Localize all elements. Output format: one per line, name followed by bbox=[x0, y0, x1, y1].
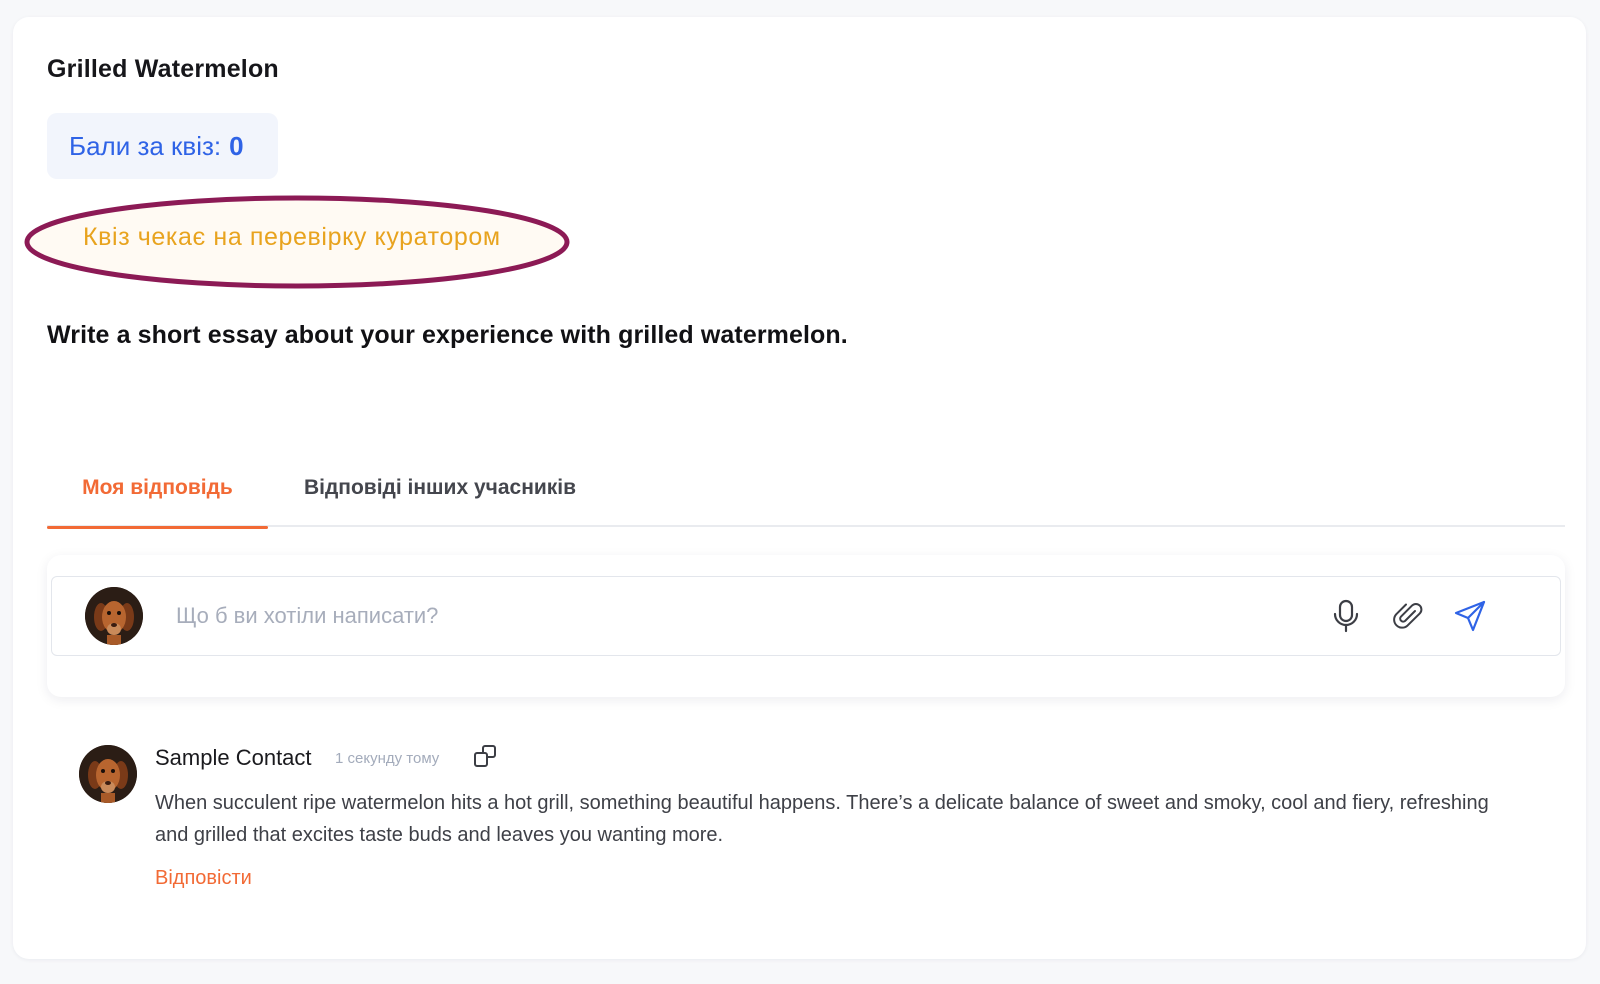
quiz-card: Grilled Watermelon Бали за квіз: 0 Квіз … bbox=[13, 17, 1586, 959]
send-icon bbox=[1454, 600, 1486, 632]
composer-panel bbox=[47, 555, 1565, 697]
answer-input[interactable] bbox=[176, 595, 1286, 637]
composer bbox=[51, 576, 1561, 656]
comment-item: Sample Contact 1 секунду тому When succu… bbox=[79, 727, 1539, 907]
status-highlight: Квіз чекає на перевірку куратором bbox=[17, 193, 577, 291]
status-text: Квіз чекає на перевірку куратором bbox=[83, 223, 501, 251]
dog-avatar-image bbox=[79, 745, 137, 803]
quiz-score-box: Бали за квіз: 0 bbox=[47, 113, 278, 179]
tab-my-answer[interactable]: Моя відповідь bbox=[47, 449, 268, 529]
microphone-button[interactable] bbox=[1326, 596, 1366, 636]
send-button[interactable] bbox=[1450, 596, 1490, 636]
answer-tabs: Моя відповідь Відповіді інших учасників bbox=[47, 449, 1565, 529]
page-title: Grilled Watermelon bbox=[47, 55, 279, 83]
score-value: 0 bbox=[229, 130, 244, 161]
comment-timestamp: 1 секунду тому bbox=[335, 750, 440, 767]
comment-author: Sample Contact bbox=[155, 745, 312, 770]
reply-link[interactable]: Відповісти bbox=[155, 867, 252, 890]
score-label: Бали за квіз: bbox=[69, 130, 222, 161]
comment-text: When succulent ripe watermelon hits a ho… bbox=[155, 792, 1489, 846]
avatar bbox=[85, 587, 143, 645]
microphone-icon bbox=[1333, 599, 1359, 633]
comment-avatar bbox=[79, 745, 137, 803]
copy-icon bbox=[474, 745, 496, 767]
question-text: Write a short essay about your experienc… bbox=[47, 321, 848, 349]
copy-link-button[interactable] bbox=[471, 741, 501, 771]
tab-others-answers[interactable]: Відповіді інших учасників bbox=[280, 449, 600, 527]
paperclip-icon bbox=[1393, 603, 1423, 629]
attach-button[interactable] bbox=[1388, 596, 1428, 636]
dog-avatar-image bbox=[85, 587, 143, 645]
